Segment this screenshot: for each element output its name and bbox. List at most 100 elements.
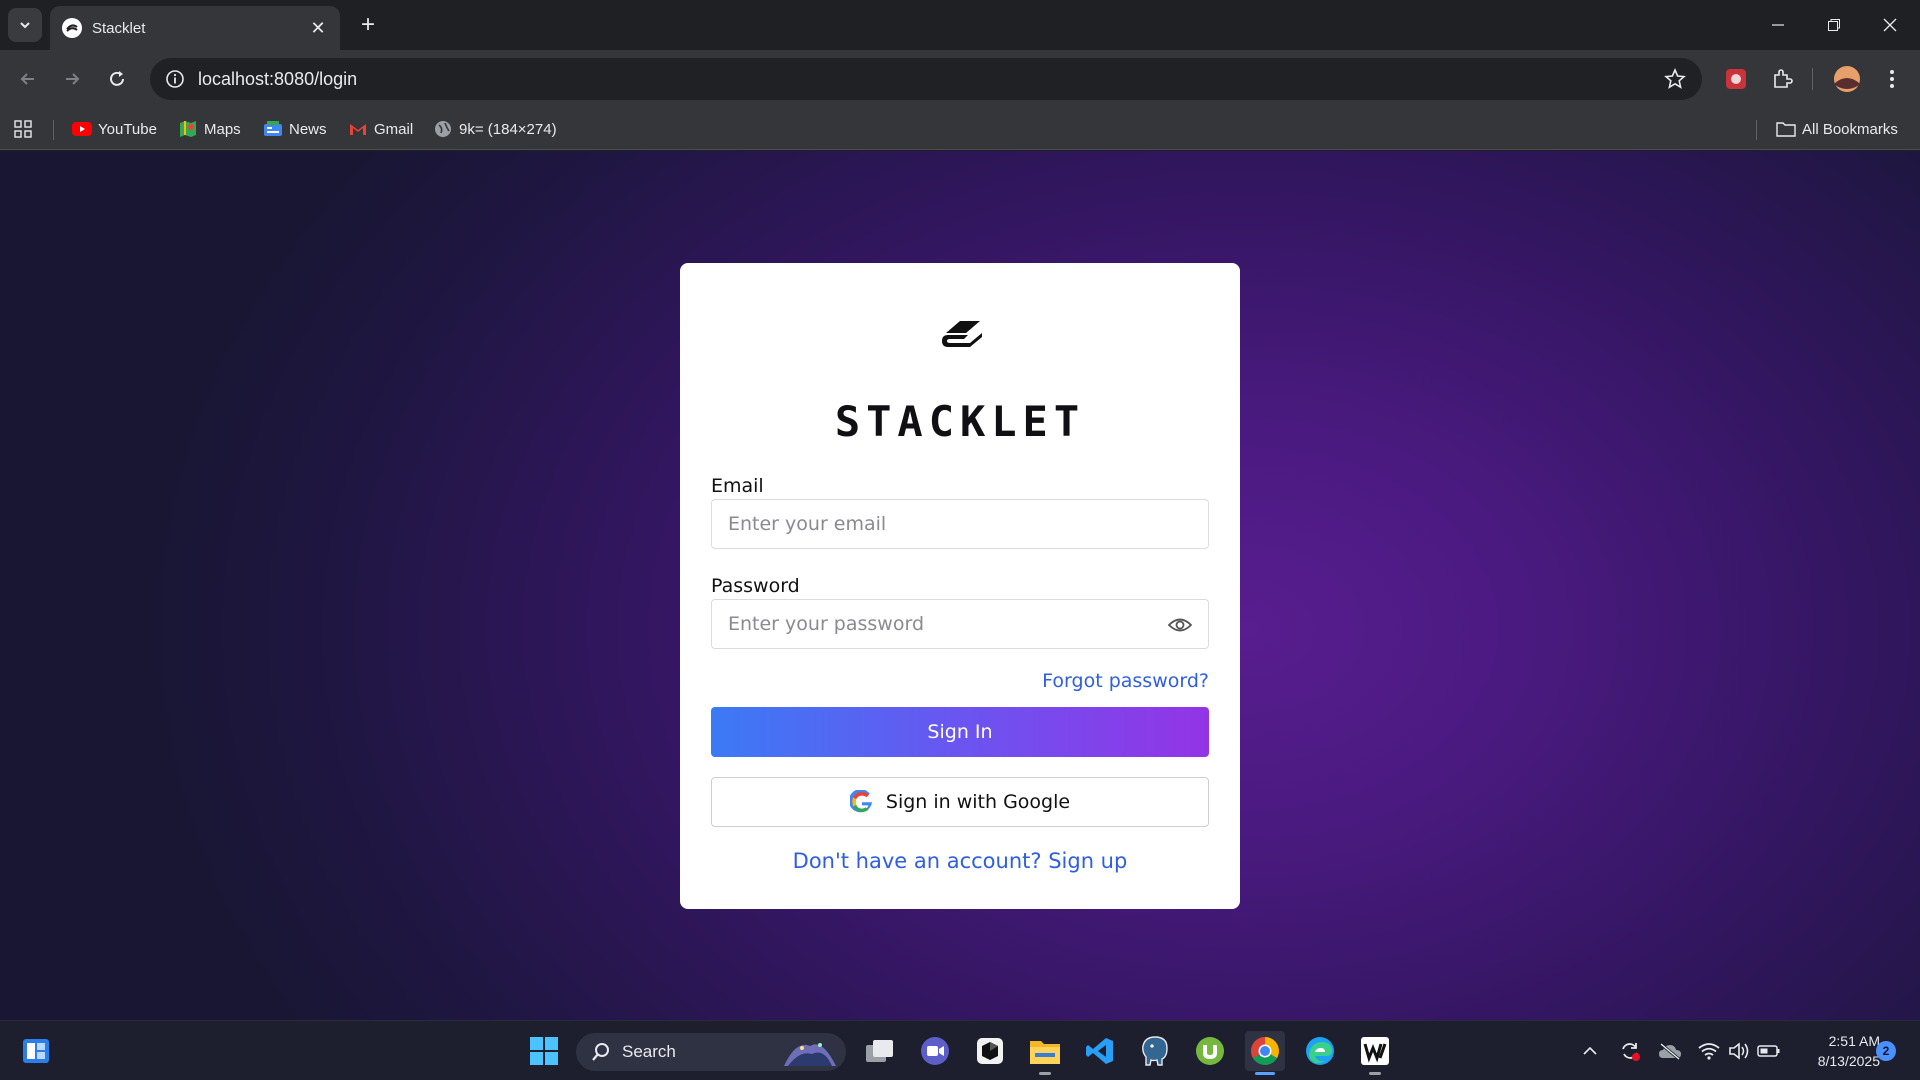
sign-in-label: Sign In: [927, 721, 993, 743]
minimize-button[interactable]: [1750, 0, 1806, 50]
video-chat-icon: [921, 1037, 949, 1065]
address-bar[interactable]: localhost:8080/login: [150, 58, 1702, 100]
browser-toolbar: localhost:8080/login: [0, 50, 1920, 108]
all-bookmarks-button[interactable]: All Bookmarks: [1776, 118, 1898, 140]
taskbar-search[interactable]: Search: [576, 1033, 846, 1071]
news-icon: [263, 120, 283, 138]
search-highlight-icon: [784, 1043, 836, 1066]
bookmark-maps[interactable]: Maps: [178, 118, 241, 140]
volume-status[interactable]: [1727, 1039, 1751, 1063]
taskbar-clock[interactable]: 2:51 AM 8/13/2025: [1790, 1031, 1880, 1071]
restore-icon: [1828, 19, 1840, 31]
taskbar-file-explorer[interactable]: [1025, 1031, 1065, 1075]
bookmark-news[interactable]: News: [263, 118, 327, 140]
bookmarks-divider: [53, 120, 54, 140]
onedrive-status[interactable]: [1658, 1039, 1682, 1063]
running-indicator: [1255, 1072, 1275, 1075]
folder-icon: [1776, 120, 1796, 138]
new-tab-button[interactable]: +: [354, 12, 382, 40]
cube-app-icon: [977, 1038, 1003, 1064]
password-input[interactable]: Enter your password: [711, 599, 1209, 649]
sign-up-link[interactable]: Don't have an account? Sign up: [680, 849, 1240, 873]
show-hidden-icons-button[interactable]: [1578, 1039, 1602, 1063]
login-card: STACKLET Email Enter your email Password…: [680, 263, 1240, 909]
google-sign-in-label: Sign in with Google: [885, 791, 1071, 813]
battery-status[interactable]: [1757, 1039, 1781, 1063]
widgets-icon: [23, 1039, 49, 1063]
taskbar-utorrent[interactable]: [1190, 1031, 1230, 1071]
google-icon: [849, 790, 872, 813]
task-view-button[interactable]: [860, 1031, 900, 1071]
eye-icon[interactable]: [1168, 614, 1192, 636]
bookmark-label: Gmail: [374, 120, 414, 138]
wifi-icon: [1698, 1043, 1720, 1060]
forgot-password-link[interactable]: Forgot password?: [1042, 670, 1209, 692]
w-app-icon: [1361, 1037, 1389, 1065]
taskbar-edge[interactable]: [1300, 1031, 1340, 1071]
apps-button[interactable]: [14, 118, 32, 140]
back-button[interactable]: [12, 63, 44, 95]
cloud-off-icon: [1659, 1042, 1681, 1060]
site-info-icon[interactable]: [164, 68, 186, 90]
email-input[interactable]: Enter your email: [711, 499, 1209, 549]
bookmark-star-icon[interactable]: [1664, 68, 1686, 90]
notification-badge[interactable]: 2: [1876, 1041, 1896, 1061]
bookmark-label: YouTube: [98, 120, 157, 138]
bookmark-image[interactable]: 9k= (184×274): [433, 118, 557, 140]
postgres-elephant-icon: [1142, 1036, 1168, 1066]
sync-status[interactable]: [1618, 1039, 1642, 1063]
youtube-icon: [72, 120, 92, 138]
task-view-icon: [866, 1040, 893, 1062]
globe-icon: [433, 120, 453, 138]
reload-button[interactable]: [101, 63, 133, 95]
password-placeholder: Enter your password: [728, 613, 925, 635]
stacklet-logo-icon: [942, 321, 982, 347]
arrow-left-icon: [20, 73, 34, 85]
taskbar-meet-app[interactable]: [915, 1031, 955, 1071]
taskbar-w-app[interactable]: [1355, 1031, 1395, 1075]
utorrent-icon: [1196, 1037, 1224, 1065]
windows-icon: [530, 1037, 558, 1065]
password-label: Password: [711, 575, 800, 597]
wifi-status[interactable]: [1697, 1039, 1721, 1063]
close-window-button[interactable]: [1862, 0, 1918, 50]
forward-button[interactable]: [56, 63, 88, 95]
browser-tab[interactable]: Stacklet ✕: [50, 6, 340, 50]
widgets-button[interactable]: [16, 1031, 56, 1071]
profile-avatar[interactable]: [1833, 65, 1861, 93]
bookmark-youtube[interactable]: YouTube: [72, 118, 157, 140]
extension-red-icon[interactable]: [1722, 65, 1750, 93]
email-label: Email: [711, 475, 764, 497]
bookmark-label: News: [289, 120, 327, 138]
more-vertical-icon: [1890, 70, 1894, 88]
browser-menu-button[interactable]: [1878, 65, 1906, 93]
volume-icon: [1729, 1042, 1749, 1060]
battery-icon: [1757, 1045, 1780, 1057]
search-icon: [592, 1043, 609, 1061]
browser-tabstrip: Stacklet ✕ +: [0, 0, 1920, 50]
bookmarks-bar: YouTube Maps News Gmail 9k= (184×274) Al…: [0, 108, 1920, 150]
sign-in-button[interactable]: Sign In: [711, 707, 1209, 757]
start-button[interactable]: [524, 1031, 564, 1071]
bookmark-gmail[interactable]: Gmail: [348, 118, 413, 140]
chevron-down-icon: [20, 22, 30, 29]
running-indicator: [1369, 1072, 1381, 1075]
sync-icon: [1622, 1043, 1640, 1061]
bookmarks-divider: [1756, 120, 1757, 140]
folder-app-icon: [1030, 1041, 1060, 1064]
chrome-icon: [1251, 1037, 1279, 1065]
taskbar-cube-app[interactable]: [970, 1031, 1010, 1071]
reload-icon: [110, 71, 124, 86]
taskbar-chrome[interactable]: [1245, 1031, 1285, 1075]
restore-button[interactable]: [1806, 0, 1862, 50]
taskbar-vscode[interactable]: [1080, 1031, 1120, 1071]
tab-close-icon[interactable]: ✕: [308, 18, 328, 39]
chevron-up-icon: [1583, 1046, 1597, 1055]
bookmark-label: Maps: [204, 120, 241, 138]
taskbar-postgres[interactable]: [1135, 1031, 1175, 1071]
tab-search-button[interactable]: [8, 8, 42, 42]
minimize-icon: [1772, 24, 1784, 26]
extensions-puzzle-icon[interactable]: [1768, 65, 1796, 93]
taskbar: Search 2:51 AM 8/13/2025 2: [0, 1020, 1920, 1080]
google-sign-in-button[interactable]: Sign in with Google: [711, 777, 1209, 827]
